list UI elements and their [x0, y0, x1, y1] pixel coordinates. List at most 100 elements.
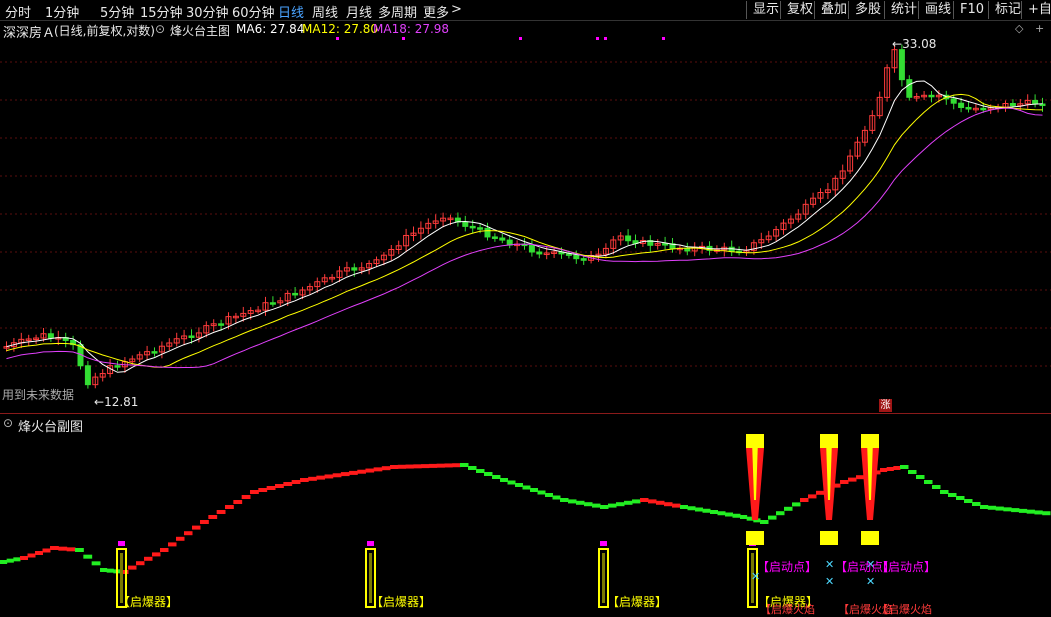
detonator-fill [602, 553, 605, 603]
sub-indicator-name[interactable]: 烽火台副图 [18, 416, 83, 435]
candle-body [965, 106, 972, 110]
sub-indicator-step [83, 554, 93, 559]
sub-indicator-step [500, 478, 508, 482]
main-indicator-name[interactable]: 烽火台主图 [170, 22, 230, 39]
candle-body [958, 102, 965, 108]
sub-indicator-step [537, 490, 546, 495]
sub-indicator-step [687, 506, 696, 511]
sub-indicator-step [624, 500, 633, 505]
candle-body [573, 254, 580, 260]
sub-indicator-step [515, 483, 523, 487]
sub-indicator-step [300, 478, 309, 482]
candle-body [580, 258, 587, 261]
sub-indicator-step [381, 466, 391, 471]
sub-indicator-step [324, 474, 334, 479]
sub-indicator-step [390, 465, 399, 469]
collapse-sub-icon[interactable]: ⊙ [3, 416, 13, 430]
diamond-icon[interactable]: ◇ [1015, 22, 1023, 35]
candle-body [950, 98, 957, 104]
signal-dot [604, 37, 607, 40]
sub-indicator-step [291, 480, 301, 484]
sub-indicator-step [436, 463, 445, 468]
sub-indicator-step [1018, 508, 1028, 513]
candle-body [662, 243, 669, 246]
sub-indicator-step [522, 485, 531, 490]
sub-indicator-step [283, 482, 293, 486]
signal-dot [336, 37, 339, 40]
sub-indicator-step [948, 493, 957, 497]
cross-marker: ✕ [825, 558, 834, 571]
candle-body [47, 333, 54, 339]
future-data-note: 用到未来数据 [2, 388, 75, 402]
limit-up-badge: 涨 [879, 399, 892, 412]
candle-body [625, 235, 632, 242]
signal-dot [402, 37, 405, 40]
candle-body [462, 221, 469, 227]
signal-dot [596, 37, 599, 40]
sub-indicator-step [340, 472, 350, 477]
sub-indicator-step [250, 490, 259, 494]
flame-base [861, 531, 879, 545]
sub-indicator-step [648, 499, 657, 504]
sub-indicator-step [484, 472, 493, 476]
kline-chart-canvas[interactable]: ✕ ✕✕ ✕✕ [0, 0, 1051, 614]
candle-body [292, 292, 299, 296]
sub-indicator-step [1026, 509, 1035, 514]
sub-indicator-step [35, 551, 43, 555]
sub-indicator-step [428, 463, 438, 468]
detonator-label: 【启爆器】 [118, 595, 179, 609]
sub-indicator-step [568, 499, 577, 504]
ma12-line [6, 93, 1043, 368]
high-price-label: ←33.08 [892, 37, 937, 51]
sub-indicator-step [1034, 510, 1043, 515]
sub-indicator-step [776, 511, 785, 516]
sub-indicator-step [66, 547, 76, 552]
ma12-readout: MA12: 27.80 [302, 22, 379, 36]
sub-indicator-step [160, 548, 169, 552]
sub-indicator-step [848, 477, 857, 482]
candle-body [536, 251, 543, 255]
candle-body [218, 323, 225, 326]
sub-indicator-step [740, 515, 748, 519]
sub-indicator-step [200, 520, 209, 524]
sub-indicator-step [1003, 507, 1012, 512]
sub-indicator-step [136, 561, 145, 566]
sub-indicator-step [266, 486, 276, 490]
flame-label: 【启爆火焰 [877, 603, 932, 616]
ma6-readout: MA6: 27.84 [236, 22, 305, 36]
sub-indicator-step [695, 507, 703, 512]
sub-indicator-step [725, 512, 733, 517]
sub-indicator-step [900, 465, 909, 469]
sub-indicator-step [600, 505, 609, 509]
sub-indicator-step [233, 500, 243, 504]
sub-indicator-step [972, 502, 981, 506]
sub-indicator-step [316, 475, 326, 480]
detonator-label: 【启爆器】 [607, 595, 668, 609]
plus-icon[interactable]: + [1035, 22, 1044, 35]
sub-indicator-step [106, 568, 114, 573]
sub-indicator-step [717, 511, 726, 516]
candle-body [565, 253, 572, 256]
sub-indicator-step [258, 488, 268, 492]
ma6-line [6, 80, 1043, 373]
sub-indicator-step [1042, 511, 1051, 516]
sub-indicator-step [192, 525, 201, 530]
sub-indicator-step [20, 556, 28, 560]
sub-indicator-step [184, 531, 193, 536]
sub-indicator-step [732, 513, 741, 518]
signal-dot [519, 37, 522, 40]
sub-indicator-step [768, 515, 777, 520]
sub-indicator-step [632, 499, 641, 504]
candle-body [491, 236, 498, 239]
detonator-top [367, 541, 374, 546]
candle-body [351, 267, 358, 271]
candle-body [151, 351, 158, 354]
flame-base [746, 531, 764, 545]
candle-body [499, 237, 506, 241]
sub-indicator-step [58, 546, 68, 551]
sub-indicator-step [444, 463, 453, 468]
candle-body [469, 225, 476, 229]
signal-dot [662, 37, 665, 40]
collapse-main-icon[interactable]: ⊙ [155, 22, 165, 36]
candle-body [84, 365, 91, 386]
